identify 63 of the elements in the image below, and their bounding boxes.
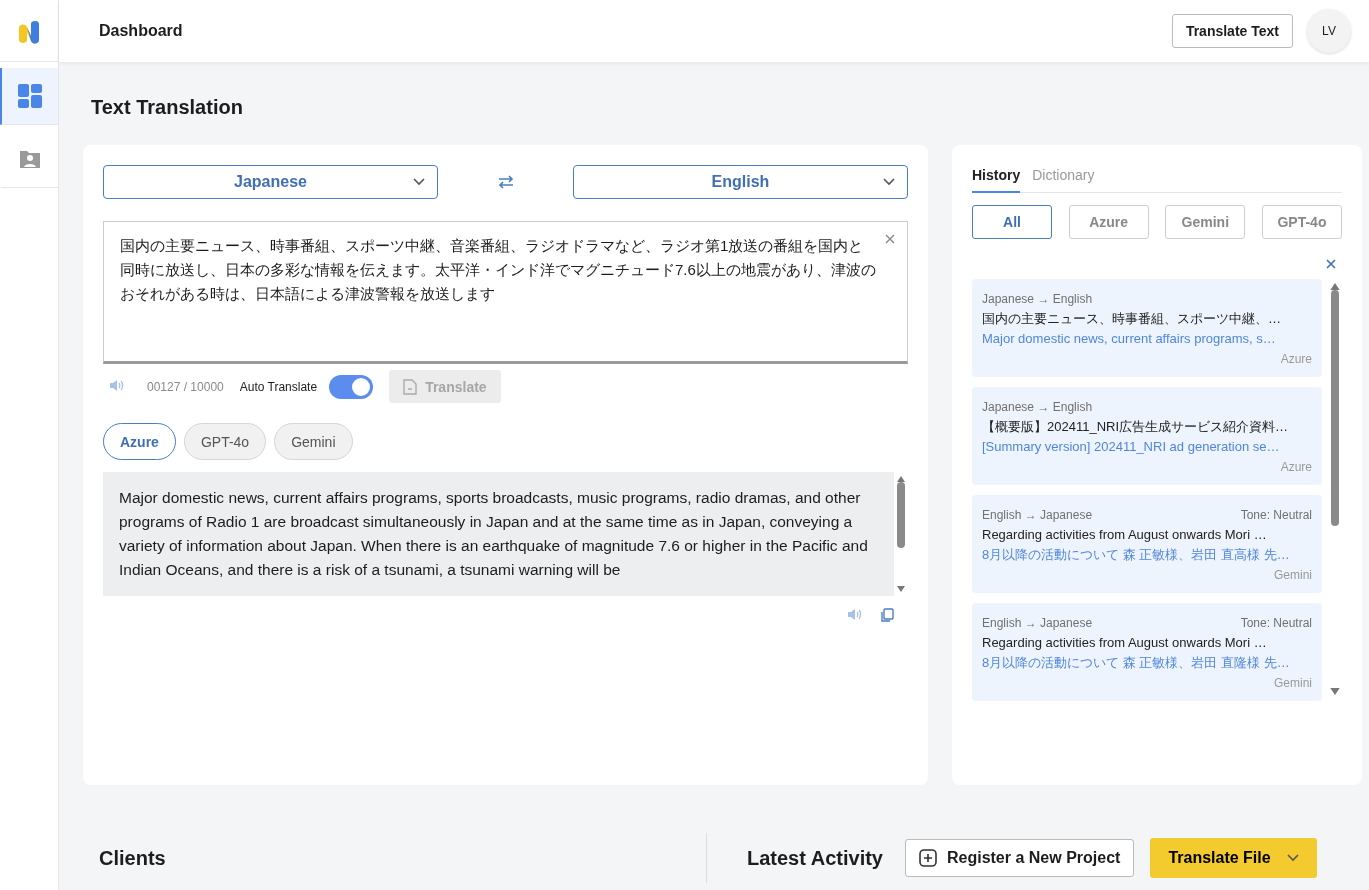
scroll-down-icon[interactable] xyxy=(1330,688,1340,695)
chevron-down-icon xyxy=(883,178,895,186)
filter-button[interactable]: All xyxy=(972,205,1052,239)
translate-text-button[interactable]: Translate Text xyxy=(1171,14,1293,48)
language-direction: Japanese → English xyxy=(982,399,1093,416)
source-preview: 国内の主要ニュース、時事番組、スポーツ中継、… xyxy=(982,310,1282,328)
translation-preview: [Summary version] 202411_NRI ad generation se… xyxy=(982,438,1281,456)
close-icon[interactable] xyxy=(885,234,895,244)
tone-label: Tone: Neutral xyxy=(1240,507,1312,524)
translation-preview: 8月以降の活動について 森 正敏様、岩田 直隆様 先… xyxy=(982,654,1291,672)
chevron-down-icon xyxy=(413,178,425,186)
engine-label: Gemini xyxy=(1273,567,1312,584)
engine-label: Azure xyxy=(1279,459,1312,476)
source-preview: Regarding activities from August onwards Mori … xyxy=(982,526,1268,544)
translation-output: Major domestic news, current affairs programs, sports broadcasts, music programs, radio dramas, and other programs of Radio 1 are broadcast simultaneously in Japan and at the same time as in Japan, conveying a variety of information about Japan. When there is an earthquake of magnitude 7.6 or higher in the Pacific and Indian Oceans, and there is a risk of a tsunami, a tsunami warning will be xyxy=(118,488,869,580)
close-icon[interactable] xyxy=(1326,259,1336,269)
language-direction: English → Japanese xyxy=(982,507,1093,524)
speaker-icon[interactable] xyxy=(109,378,125,392)
history-item[interactable]: English → Japanese Tone: Neutral Regarding activities from August onwards Mori … 8月以降の活動について 森 正敏様、岩田 直隆様 先… Gemini xyxy=(972,603,1322,701)
translate-file-button[interactable]: Translate File xyxy=(1150,838,1317,878)
engine-label: Azure xyxy=(1279,351,1312,368)
scroll-down-icon[interactable] xyxy=(897,586,905,592)
register-project-button[interactable]: Register a New Project xyxy=(904,839,1135,877)
plus-icon xyxy=(918,849,937,867)
target-language-select[interactable]: English xyxy=(573,165,908,199)
contact-folder-icon[interactable] xyxy=(19,149,41,169)
translation-preview: 8月以降の活動について 森 正敏様、岩田 直高様 先… xyxy=(982,546,1291,564)
source-text-field[interactable]: 国内の主要ニュース、時事番組、スポーツ中継、音楽番組、ラジオドラマなど、ラジオ第1放送の番組を国内と同時に放送し、日本の多彩な情報を伝えます。太平洋・インド洋でマグニチュード7.6以上の地震があり、津波のおそれがある時は、日本語による津波警報を放送します xyxy=(103,221,908,364)
page-header-title: Dashboard xyxy=(99,22,184,40)
filter-button[interactable]: GPT-4o xyxy=(1261,205,1342,239)
panel-tab[interactable]: History xyxy=(972,165,1021,193)
speaker-icon[interactable] xyxy=(847,608,863,621)
history-item[interactable]: Japanese → English 【概要版】202411_NRI広告生成サービス紹介資料… [Summary version] 202411_NRI ad generation se… Azure xyxy=(972,387,1322,485)
scroll-thumb[interactable] xyxy=(897,482,905,548)
source-preview: 【概要版】202411_NRI広告生成サービス紹介資料… xyxy=(982,418,1290,436)
section-title: Text Translation xyxy=(91,96,244,119)
history-item[interactable]: English → Japanese Tone: Neutral Regarding activities from August onwards Mori … 8月以降の活動について 森 正敏様、岩田 直高様 先… Gemini xyxy=(972,495,1322,593)
character-count: 00127 / 10000 xyxy=(147,379,224,394)
swap-icon[interactable] xyxy=(496,175,515,189)
section-title: Clients xyxy=(98,846,167,870)
chevron-down-icon xyxy=(1286,854,1299,862)
sidebar-item[interactable] xyxy=(0,68,58,125)
engine-label: Gemini xyxy=(1273,675,1312,692)
source-language-select[interactable]: Japanese xyxy=(103,165,438,199)
engine-tab[interactable]: GPT-4o xyxy=(183,423,267,460)
engine-tab[interactable]: Azure xyxy=(103,423,176,460)
source-preview: Regarding activities from August onwards Mori … xyxy=(982,634,1268,652)
tone-label: Tone: Neutral xyxy=(1240,615,1312,632)
scroll-thumb[interactable] xyxy=(1331,290,1339,526)
engine-tab[interactable]: Gemini xyxy=(274,423,353,460)
filter-button[interactable]: Azure xyxy=(1068,205,1149,239)
section-title: Latest Activity xyxy=(747,846,883,870)
translation-preview: Major domestic news, current affairs programs, s… xyxy=(982,330,1277,348)
dashboard-icon[interactable] xyxy=(18,84,42,108)
filter-button[interactable]: Gemini xyxy=(1165,205,1246,239)
language-direction: Japanese → English xyxy=(982,291,1093,308)
history-item[interactable]: Japanese → English 国内の主要ニュース、時事番組、スポーツ中継、… Major domestic news, current affairs programs, s… Azure xyxy=(972,279,1322,377)
auto-translate-label: Auto Translate xyxy=(239,379,318,394)
document-icon xyxy=(403,378,418,395)
copy-icon[interactable] xyxy=(881,608,894,622)
language-direction: English → Japanese xyxy=(982,615,1093,632)
auto-translate-toggle[interactable] xyxy=(329,374,374,399)
user-avatar[interactable]: LV xyxy=(1307,9,1351,53)
